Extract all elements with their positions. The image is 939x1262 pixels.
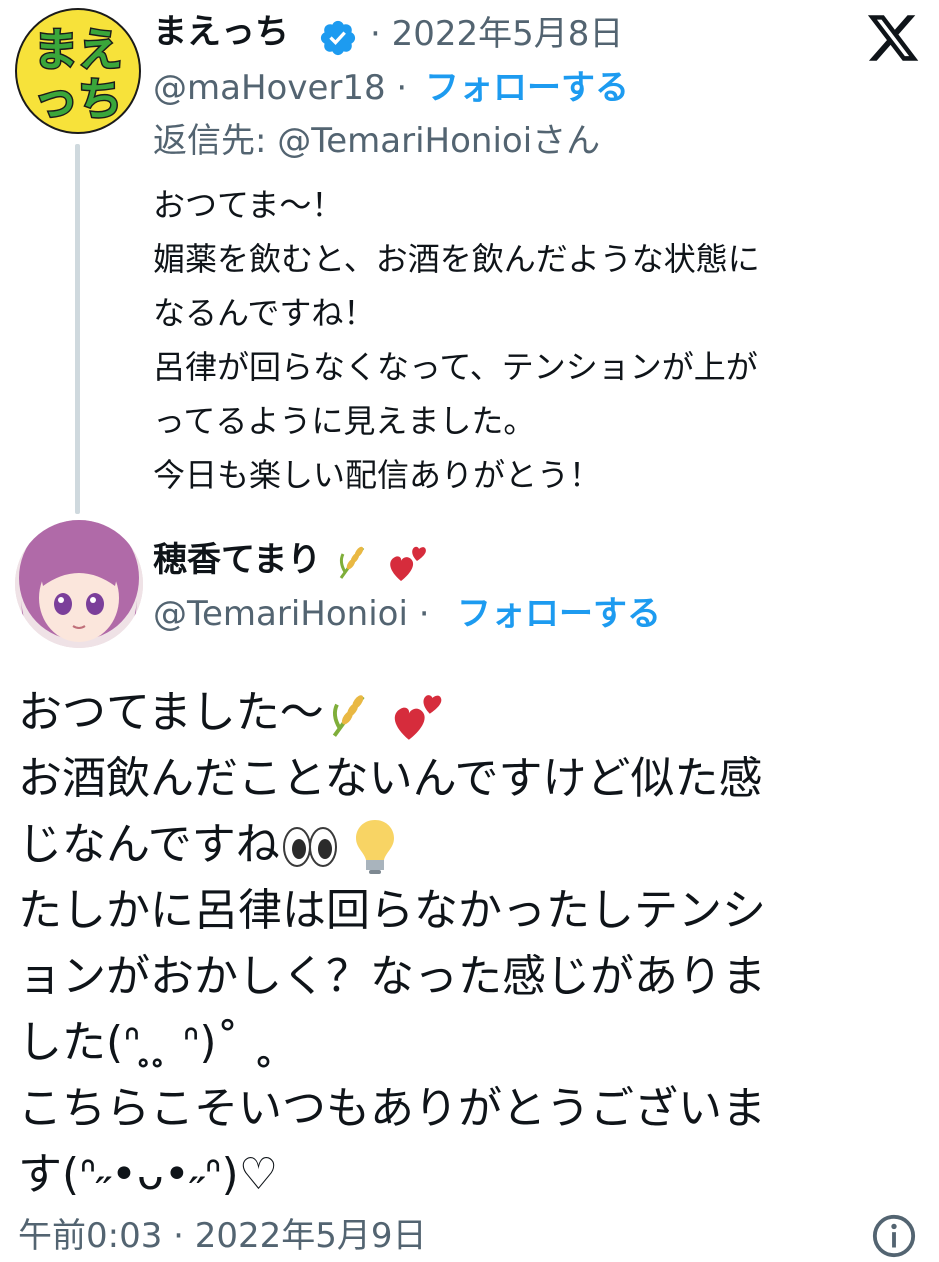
svg-text:っち: っち <box>33 74 122 126</box>
follow-button-maecchi[interactable]: フォローする <box>425 68 629 108</box>
reply-line: ってるように見えました。 <box>153 402 536 440</box>
main-line: した(ᐢ ̥ ̥ ᐢ)˚ ˳ <box>18 1017 275 1068</box>
info-icon[interactable] <box>871 1213 917 1259</box>
avatar-maecchi[interactable]: まえ っち <box>15 8 141 134</box>
avatar-illustration <box>15 520 143 648</box>
wheat-emoji <box>339 546 365 579</box>
main-author-name-text: 穂香てまり <box>153 540 322 580</box>
follow-button-temari[interactable]: フォローする <box>457 594 661 634</box>
main-line: こちらこそいつもありがとうございま <box>18 1083 766 1134</box>
reply-author-name[interactable]: まえっち <box>153 12 289 52</box>
main-line: たしかに呂律は回らなかったしテンシ <box>18 885 766 936</box>
main-line: ョンがおかしく？なった感じがありま <box>18 951 766 1002</box>
main-line: お酒飲んだことないんですけど似た感 <box>18 753 763 804</box>
thread-connector <box>75 144 80 514</box>
main-line-text: おつてました～ <box>18 687 324 738</box>
svg-text:まえ: まえ <box>33 24 122 76</box>
reply-line: なるんですね！ <box>153 294 376 332</box>
main-line: おつてました～ <box>18 680 766 746</box>
main-line: じなんですね <box>18 812 766 878</box>
avatar-temari[interactable] <box>15 520 143 648</box>
main-author-name[interactable]: 穂香てまり <box>153 538 431 585</box>
reply-body: おつてま～！ 媚薬を飲むと、お酒を飲んだような状態に なるんですね！ 呂律が回ら… <box>153 178 760 502</box>
reply-line: 媚薬を飲むと、お酒を飲んだような状態に <box>153 240 760 278</box>
light-bulb-emoji <box>355 820 394 874</box>
main-line: す(ᐢ˶•ᴗ•˶ᐢ)♡ <box>18 1149 279 1200</box>
main-timestamp[interactable]: 午前0:03 · 2022年5月9日 <box>18 1216 427 1256</box>
reply-date[interactable]: · 2022年5月8日 <box>370 14 623 54</box>
two-hearts-emoji <box>394 695 442 740</box>
reply-handle[interactable]: @maHover18 · <box>153 68 407 108</box>
two-hearts-emoji <box>390 546 426 581</box>
eyes-emoji <box>282 827 337 867</box>
avatar-logo: まえ っち <box>32 23 124 127</box>
main-body: おつてました～ お酒飲んだことないんですけど似た感 じなんですね たしかに呂律は… <box>18 680 766 1208</box>
x-logo-icon[interactable] <box>865 10 921 66</box>
reply-line: おつてま～！ <box>153 186 344 224</box>
main-line-text: じなんですね <box>18 819 280 870</box>
reply-to-label[interactable]: 返信先: @TemariHonioiさん <box>153 121 600 161</box>
main-handle[interactable]: @TemariHonioi · <box>153 594 430 634</box>
reply-line: 今日も楽しい配信ありがとう！ <box>153 456 602 494</box>
wheat-emoji <box>332 695 365 737</box>
reply-line: 呂律が回らなくなって、テンションが上が <box>153 348 758 386</box>
verified-badge-icon <box>320 20 356 56</box>
